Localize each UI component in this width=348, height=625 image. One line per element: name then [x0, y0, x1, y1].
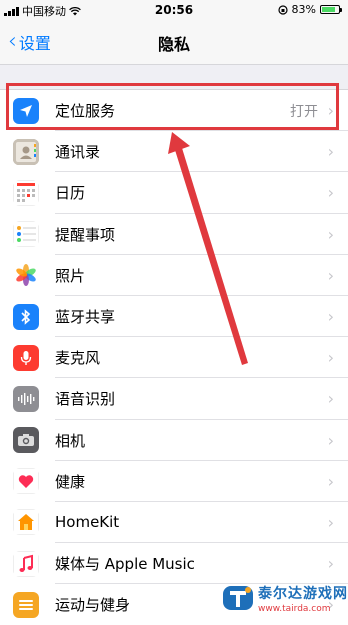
row-label: 通讯录 [55, 143, 101, 162]
chevron-right-icon: › [327, 101, 334, 121]
row-label: 日历 [55, 184, 86, 203]
privacy-row[interactable]: 蓝牙共享 › [0, 295, 348, 338]
calendar-icon [13, 179, 39, 206]
row-label: 麦克风 [55, 349, 101, 368]
privacy-row[interactable]: 定位服务 打开 › [0, 90, 348, 132]
privacy-row[interactable]: 通讯录 › [0, 131, 348, 173]
row-label: 定位服务 [55, 102, 116, 121]
privacy-row[interactable]: HomeKit › [0, 501, 348, 544]
watermark: 泰尔达游戏网 www.tairda.com [222, 578, 348, 618]
chevron-right-icon: › [327, 265, 334, 285]
row-label: HomeKit [55, 513, 120, 532]
location-arrow-icon [13, 97, 39, 124]
privacy-row[interactable]: 日历 › [0, 172, 348, 214]
privacy-settings-list: 定位服务 打开 › 通讯录 › 日历 › 提醒事项 › 照片 › 蓝牙共享 › 麦克风 › 语音识别 › 相机 › 健… [0, 89, 348, 625]
chevron-right-icon: › [327, 389, 334, 409]
fitness-icon [13, 591, 39, 618]
row-label: 相机 [55, 431, 86, 450]
reminders-icon [13, 221, 39, 248]
row-label: 语音识别 [55, 390, 116, 409]
camera-icon [13, 427, 39, 454]
navigation-bar: ‹ 设置 隐私 [0, 20, 348, 65]
watermark-title: 泰尔达游戏网 [258, 585, 348, 602]
privacy-row[interactable]: 麦克风 › [0, 337, 348, 379]
microphone-icon [13, 344, 39, 371]
bluetooth-icon [13, 303, 39, 330]
orientation-lock-icon [277, 4, 288, 15]
photos-icon [13, 262, 39, 289]
page-title: 隐私 [157, 35, 190, 54]
chevron-right-icon: › [327, 183, 334, 203]
watermark-url: www.tairda.com [258, 603, 331, 614]
chevron-right-icon: › [327, 430, 334, 450]
row-label: 健康 [55, 472, 86, 491]
row-label: 运动与健身 [55, 596, 131, 615]
status-right: 83% [277, 3, 342, 16]
chevron-right-icon: › [327, 471, 334, 491]
health-heart-icon [13, 468, 39, 495]
chevron-right-icon: › [327, 142, 334, 162]
chevron-right-icon: › [327, 554, 334, 574]
watermark-logo [222, 582, 254, 614]
battery-percent: 83% [291, 3, 316, 16]
battery-icon [320, 5, 342, 14]
home-icon [13, 509, 39, 536]
chevron-right-icon: › [327, 307, 334, 327]
contacts-icon [13, 138, 39, 165]
chevron-right-icon: › [327, 224, 334, 244]
chevron-right-icon: › [327, 512, 334, 532]
waveform-icon [13, 385, 39, 412]
row-label: 照片 [55, 266, 86, 285]
row-value: 打开 [290, 103, 318, 120]
music-icon [13, 550, 39, 577]
privacy-row[interactable]: 相机 › [0, 419, 348, 461]
privacy-row[interactable]: 照片 › [0, 254, 348, 296]
status-bar: 中国移动 20:56 83% [0, 0, 348, 20]
row-label: 提醒事项 [55, 225, 116, 244]
privacy-row[interactable]: 提醒事项 › [0, 213, 348, 255]
row-label: 蓝牙共享 [55, 308, 116, 327]
privacy-row[interactable]: 健康 › [0, 460, 348, 502]
privacy-row[interactable]: 语音识别 › [0, 378, 348, 420]
row-label: 媒体与 Apple Music [55, 555, 195, 574]
chevron-right-icon: › [327, 348, 334, 368]
